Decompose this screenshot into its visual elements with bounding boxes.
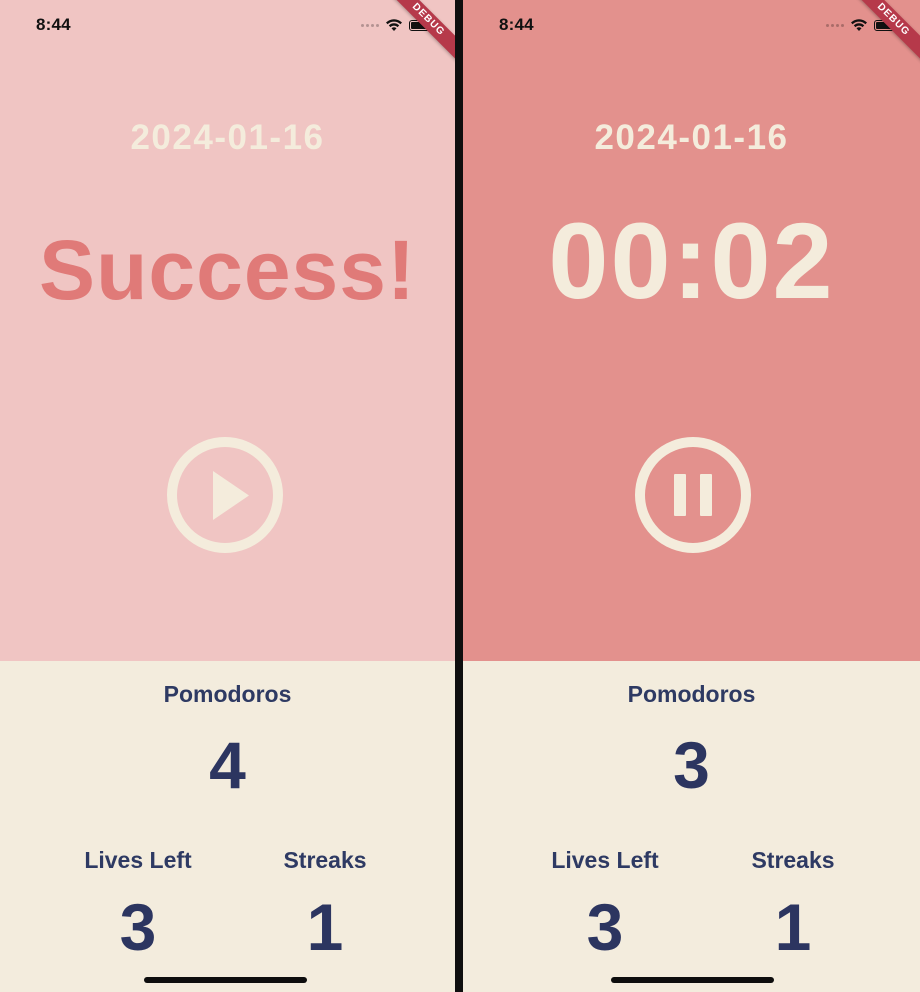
success-message: Success! — [39, 223, 416, 317]
lives-left-label: Lives Left — [84, 847, 192, 873]
status-time: 8:44 — [36, 15, 71, 34]
pause-button[interactable] — [634, 436, 752, 554]
streaks-count: 1 — [774, 890, 812, 964]
lives-left-label: Lives Left — [551, 847, 659, 873]
streaks-label: Streaks — [751, 847, 835, 873]
phone-screen-running: 8:44 DEBUG 2024-01-16 00:02 Pomodoros 3 … — [463, 0, 920, 992]
play-button[interactable] — [166, 436, 284, 554]
wifi-icon — [386, 19, 402, 31]
lives-left-count: 3 — [119, 890, 157, 964]
pomodoros-label: Pomodoros — [627, 681, 756, 707]
home-indicator[interactable] — [611, 977, 774, 983]
pomodoros-count: 3 — [673, 728, 710, 802]
debug-banner: DEBUG — [841, 0, 920, 72]
streaks-count: 1 — [306, 890, 344, 964]
date-label: 2024-01-16 — [130, 118, 325, 157]
phone-screen-success: 8:44 DEBUG 2024-01-16 Success! Pomodoros… — [0, 0, 455, 992]
timer-countdown: 00:02 — [548, 200, 835, 321]
streaks-label: Streaks — [283, 847, 367, 873]
stats-panel: Pomodoros 4 Lives Left 3 Streaks 1 — [0, 661, 455, 992]
pomodoros-label: Pomodoros — [163, 681, 292, 707]
cellular-signal-icon — [361, 23, 379, 27]
wifi-icon — [851, 19, 867, 31]
lives-left-count: 3 — [586, 890, 624, 964]
play-icon — [213, 471, 249, 520]
timer-panel: 8:44 DEBUG 2024-01-16 00:02 — [463, 0, 920, 661]
home-indicator[interactable] — [144, 977, 307, 983]
date-label: 2024-01-16 — [594, 118, 789, 157]
pause-icon — [674, 474, 712, 516]
pomodoros-count: 4 — [209, 728, 246, 802]
status-time: 8:44 — [499, 15, 534, 34]
stats-panel: Pomodoros 3 Lives Left 3 Streaks 1 — [463, 661, 920, 992]
debug-banner: DEBUG — [376, 0, 455, 72]
cellular-signal-icon — [826, 23, 844, 27]
timer-panel: 8:44 DEBUG 2024-01-16 Success! — [0, 0, 455, 661]
